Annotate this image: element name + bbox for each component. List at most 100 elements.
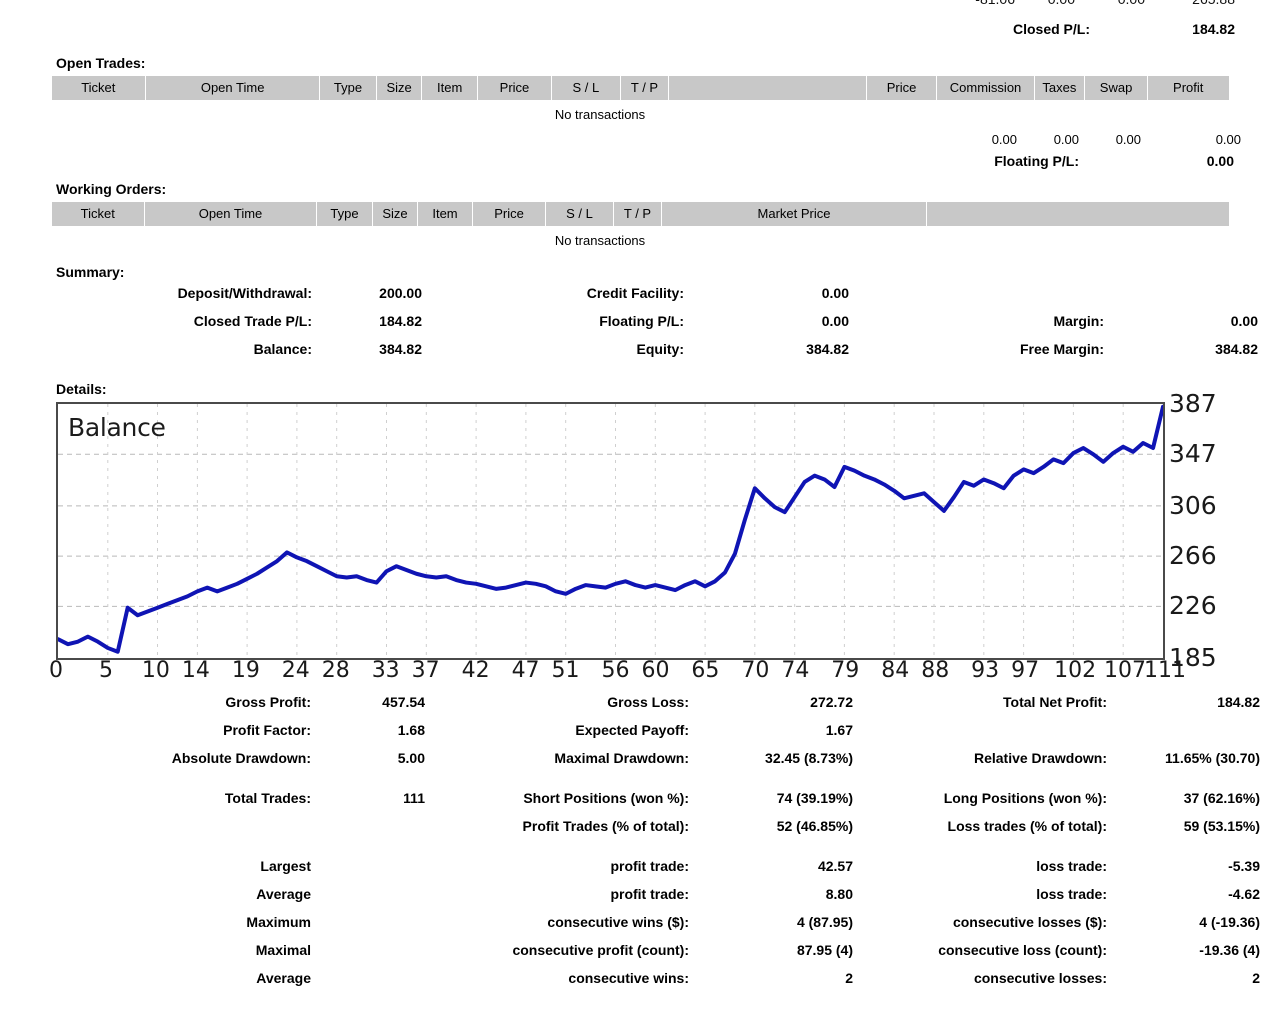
y-tick-label: 347 xyxy=(1169,441,1217,466)
wo-col-size[interactable]: Size xyxy=(373,202,418,227)
x-tick-label: 10 xyxy=(142,660,170,682)
deposit-withdrawal-label: Deposit/Withdrawal: xyxy=(0,285,312,301)
floating-pl-label: Floating P/L: xyxy=(0,153,1079,169)
col-type[interactable]: Type xyxy=(320,76,377,101)
col-item[interactable]: Item xyxy=(422,76,478,101)
x-tick-label: 19 xyxy=(232,660,260,682)
col-price-open[interactable]: Price xyxy=(478,76,552,101)
statistics-grid: Gross Profit:457.54Gross Loss:272.72Tota… xyxy=(0,694,1280,998)
deposit-withdrawal-value: 200.00 xyxy=(312,285,422,301)
y-tick-label: 306 xyxy=(1169,493,1217,518)
x-tick-label: 111 xyxy=(1144,660,1186,682)
col-taxes[interactable]: Taxes xyxy=(1034,76,1085,101)
closed-pl-label: Closed P/L: xyxy=(0,21,1090,37)
closed-pl-row: Closed P/L: 184.82 xyxy=(0,14,1280,43)
x-tick-label: 70 xyxy=(741,660,769,682)
maximal-drawdown-label: Maximal Drawdown: xyxy=(425,750,689,766)
gross-profit-value: 457.54 xyxy=(311,694,425,710)
y-tick-label: 387 xyxy=(1169,391,1217,416)
statistics-row: Profit Factor:1.68Expected Payoff:1.67 xyxy=(0,722,1280,750)
col-take-profit[interactable]: T / P xyxy=(620,76,669,101)
statistics-spacer xyxy=(0,846,1280,858)
total-trades-value: 111 xyxy=(311,790,425,806)
x-tick-label: 60 xyxy=(641,660,669,682)
open-trades-title: Open Trades: xyxy=(0,55,1280,71)
col-stop-loss[interactable]: S / L xyxy=(551,76,620,101)
max-consecutive-wins-value: 4 (87.95) xyxy=(689,914,853,930)
floating-pl-value: 0.00 xyxy=(1079,153,1234,169)
x-tick-label: 84 xyxy=(881,660,909,682)
working-orders-header-row: Ticket Open Time Type Size Item Price S … xyxy=(52,202,1229,227)
floating-pl-summary-value: 0.00 xyxy=(684,313,849,329)
statistics-row: Profit Trades (% of total):52 (46.85%)Lo… xyxy=(0,818,1280,846)
x-tick-label: 107 xyxy=(1104,660,1146,682)
open-total-swap: 0.00 xyxy=(1079,132,1141,147)
maximal-drawdown-value: 32.45 (8.73%) xyxy=(689,750,853,766)
wo-col-open-time[interactable]: Open Time xyxy=(145,202,317,227)
largest-loss-trade-label: loss trade: xyxy=(853,858,1107,874)
profit-trades-value: 52 (46.85%) xyxy=(689,818,853,834)
free-margin-label: Free Margin: xyxy=(849,341,1104,357)
short-positions-label: Short Positions (won %): xyxy=(425,790,689,806)
clipped-total-taxes: 0.00 xyxy=(1075,0,1145,7)
x-tick-label: 0 xyxy=(49,660,63,682)
absolute-drawdown-label: Absolute Drawdown: xyxy=(0,750,311,766)
summary-row: Closed Trade P/L: 184.82 Floating P/L: 0… xyxy=(0,313,1280,341)
wo-col-price[interactable]: Price xyxy=(473,202,546,227)
wo-col-market-price[interactable]: Market Price xyxy=(662,202,927,227)
x-tick-label: 28 xyxy=(322,660,350,682)
y-tick-label: 226 xyxy=(1169,593,1217,618)
wo-col-item[interactable]: Item xyxy=(418,202,473,227)
open-total-taxes: 0.00 xyxy=(1017,132,1079,147)
statistics-row: Absolute Drawdown:5.00Maximal Drawdown:3… xyxy=(0,750,1280,778)
x-tick-label: 102 xyxy=(1054,660,1096,682)
relative-drawdown-label: Relative Drawdown: xyxy=(853,750,1107,766)
col-swap[interactable]: Swap xyxy=(1085,76,1148,101)
credit-facility-value: 0.00 xyxy=(684,285,849,301)
margin-value: 0.00 xyxy=(1104,313,1258,329)
clipped-total-swap: 265.88 xyxy=(1145,0,1235,7)
col-ticket[interactable]: Ticket xyxy=(52,76,146,101)
open-trades-header-row: Ticket Open Time Type Size Item Price S … xyxy=(52,76,1229,101)
relative-drawdown-value: 11.65% (30.70) xyxy=(1107,750,1260,766)
balance-chart: Balance 387347306266226185 xyxy=(56,402,1224,660)
expected-payoff-label: Expected Payoff: xyxy=(425,722,689,738)
wo-col-take-profit[interactable]: T / P xyxy=(614,202,662,227)
balance-curve-svg xyxy=(58,404,1163,658)
summary-row: Balance: 384.82 Equity: 384.82 Free Marg… xyxy=(0,341,1280,369)
wo-col-stop-loss[interactable]: S / L xyxy=(546,202,614,227)
average-loss-trade-value: -4.62 xyxy=(1107,886,1260,902)
col-open-time[interactable]: Open Time xyxy=(146,76,320,101)
open-total-commission: 0.00 xyxy=(955,132,1017,147)
equity-label: Equity: xyxy=(422,341,684,357)
total-net-profit-label: Total Net Profit: xyxy=(853,694,1107,710)
col-profit[interactable]: Profit xyxy=(1147,76,1228,101)
max-consecutive-losses-label: consecutive losses ($): xyxy=(853,914,1107,930)
wo-col-ticket[interactable]: Ticket xyxy=(52,202,145,227)
margin-label: Margin: xyxy=(849,313,1104,329)
maximal-consecutive-loss-value: -19.36 (4) xyxy=(1107,942,1260,958)
open-trades-totals-row: 0.00 0.00 0.00 0.00 xyxy=(0,126,1280,147)
statistics-row: Maximalconsecutive profit (count):87.95 … xyxy=(0,942,1280,970)
statistics-row: Averageconsecutive wins:2consecutive los… xyxy=(0,970,1280,998)
col-commission[interactable]: Commission xyxy=(937,76,1034,101)
statistics-row: Total Trades:111Short Positions (won %):… xyxy=(0,790,1280,818)
equity-value: 384.82 xyxy=(684,341,849,357)
floating-pl-summary-label: Floating P/L: xyxy=(422,313,684,329)
average-consecutive-losses-value: 2 xyxy=(1107,970,1260,986)
col-size[interactable]: Size xyxy=(376,76,422,101)
col-price-close[interactable]: Price xyxy=(866,76,937,101)
statistics-row: Averageprofit trade:8.80loss trade:-4.62 xyxy=(0,886,1280,914)
long-positions-value: 37 (62.16%) xyxy=(1107,790,1260,806)
gross-profit-label: Gross Profit: xyxy=(0,694,311,710)
wo-col-type[interactable]: Type xyxy=(317,202,373,227)
profit-factor-value: 1.68 xyxy=(311,722,425,738)
total-net-profit-value: 184.82 xyxy=(1107,694,1260,710)
closed-pl-value: 184.82 xyxy=(1090,21,1235,37)
y-tick-label: 266 xyxy=(1169,543,1217,568)
col-spacer xyxy=(669,76,866,101)
summary-grid: Deposit/Withdrawal: 200.00 Credit Facili… xyxy=(0,285,1280,369)
x-tick-label: 88 xyxy=(921,660,949,682)
x-tick-label: 42 xyxy=(462,660,490,682)
average-consec-label: Average xyxy=(0,970,311,986)
